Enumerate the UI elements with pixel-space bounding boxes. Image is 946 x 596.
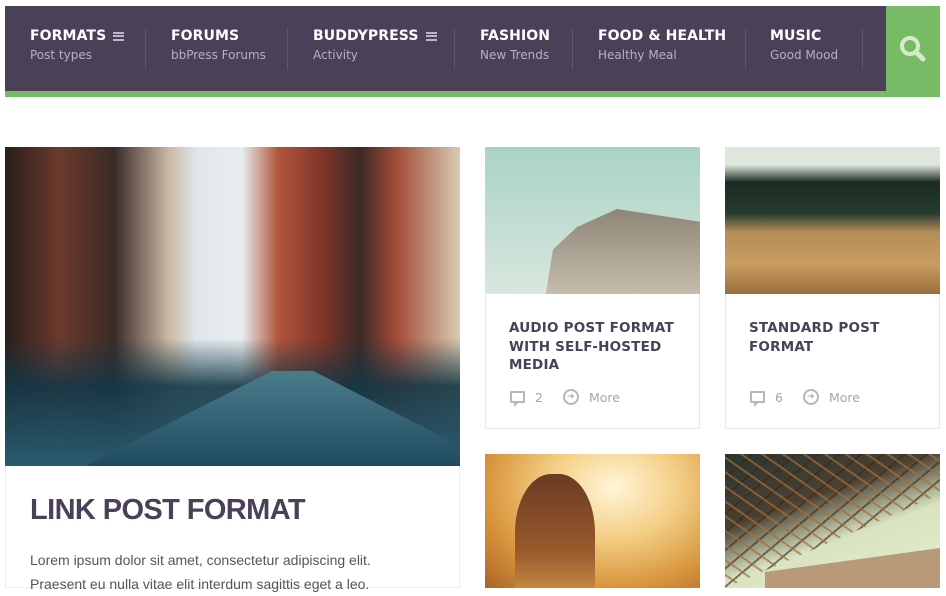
nav-item-food-health[interactable]: FOOD & HEALTH Healthy Meal (598, 28, 726, 70)
nav-item-buddypress[interactable]: BUDDYPRESS Activity (313, 28, 437, 70)
building-shape (545, 209, 700, 294)
nav-item-forums[interactable]: FORUMS bbPress Forums (171, 28, 266, 70)
nav-item-subtitle: Good Mood (770, 48, 839, 62)
search-button[interactable] (886, 6, 940, 97)
nav-item-fashion[interactable]: FASHION New Trends (480, 28, 550, 70)
main-navigation: FORMATS Post types FORUMS bbPress Forums… (5, 6, 940, 97)
nav-item-subtitle: bbPress Forums (171, 48, 266, 62)
nav-accent-bar (5, 91, 940, 97)
post-card-meta: 6 ➜ More (750, 389, 860, 407)
comment-count[interactable]: 2 (535, 390, 543, 405)
nav-item-music[interactable]: MUSIC Good Mood (770, 28, 838, 70)
post-card-image[interactable] (725, 454, 940, 588)
nav-divider (572, 28, 573, 70)
featured-post-image[interactable] (5, 147, 460, 466)
post-card-meta: 2 ➜ More (510, 389, 620, 407)
nav-divider (145, 28, 146, 70)
nav-item-subtitle: Activity (313, 48, 358, 62)
excerpt-line: Praesent eu nulla vitae elit interdum sa… (30, 576, 370, 592)
post-card-image[interactable] (485, 147, 700, 294)
post-card-image[interactable] (725, 147, 940, 294)
search-icon (900, 35, 926, 61)
nav-item-subtitle: New Trends (480, 48, 550, 62)
post-card-title[interactable]: AUDIO POST FORMAT WITH SELF-HOSTED MEDIA (509, 319, 684, 375)
nav-item-title: BUDDYPRESS (313, 28, 419, 44)
arrow-circle-right-icon: ➜ (802, 389, 819, 405)
nav-item-title: FORMATS (30, 28, 107, 44)
nav-divider (454, 28, 455, 70)
post-card-image[interactable] (485, 454, 700, 588)
more-link[interactable]: More (829, 390, 860, 405)
hair-shape (515, 474, 595, 588)
nav-item-title: MUSIC (770, 28, 822, 44)
comment-count[interactable]: 6 (775, 390, 783, 405)
nav-divider (287, 28, 288, 70)
post-card-title[interactable]: STANDARD POST FORMAT (749, 319, 924, 356)
nav-item-formats[interactable]: FORMATS Post types (30, 28, 125, 70)
street-road-shape (85, 371, 460, 466)
nav-item-title: FORUMS (171, 28, 240, 44)
nav-item-subtitle: Post types (30, 48, 92, 62)
menu-icon (113, 31, 125, 41)
nav-divider (862, 28, 863, 70)
arrow-circle-right-icon: ➜ (562, 389, 579, 405)
more-link[interactable]: More (589, 390, 620, 405)
featured-post-excerpt: Lorem ipsum dolor sit amet, consectetur … (30, 548, 450, 596)
comment-icon (750, 391, 765, 407)
menu-icon (425, 31, 437, 41)
comment-icon (510, 391, 525, 407)
nav-divider (745, 28, 746, 70)
nav-bar: FORMATS Post types FORUMS bbPress Forums… (5, 6, 886, 91)
nav-item-subtitle: Healthy Meal (598, 48, 677, 62)
nav-item-title: FASHION (480, 28, 551, 44)
nav-item-title: FOOD & HEALTH (598, 28, 727, 44)
excerpt-line: Lorem ipsum dolor sit amet, consectetur … (30, 552, 371, 568)
featured-post-title[interactable]: LINK POST FORMAT (30, 494, 306, 527)
